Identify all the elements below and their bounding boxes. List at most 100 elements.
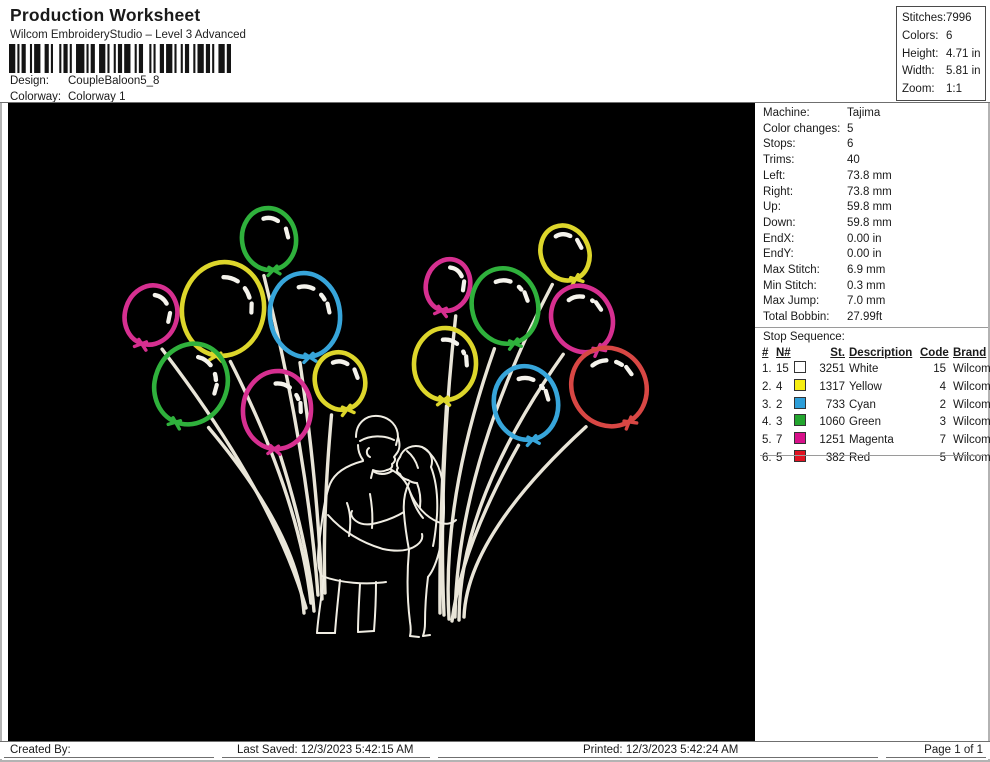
- balloon-outline: [267, 270, 343, 360]
- thread-brand: Wilcom: [953, 398, 990, 411]
- machine-info-value: 59.8 mm: [847, 216, 892, 229]
- couple-outline-stitch: [406, 549, 412, 637]
- thread-code: 5: [939, 451, 946, 464]
- balloon-string: [160, 347, 308, 610]
- couple-outline-stitch: [350, 510, 405, 526]
- machine-info-label: EndY:: [763, 248, 794, 261]
- machine-info-list: Machine: Tajima Color changes: 5 Stops: 6 Trim…: [763, 106, 985, 326]
- panel-divider: [755, 327, 988, 328]
- balloon-highlight-dash: [464, 354, 469, 368]
- couple-outline-stitch: [422, 634, 431, 637]
- thread-description: Cyan: [849, 398, 876, 411]
- stat-label: Colors:: [902, 29, 939, 42]
- stop-sequence-row: 2. 4 1317 Yellow 4 Wilcom: [762, 378, 990, 397]
- machine-info-row: Total Bobbin: 27.99ft: [763, 310, 985, 326]
- machine-info-row: Machine: Tajima: [763, 106, 985, 122]
- column-header: Description: [849, 347, 913, 359]
- stat-value: 1:1: [946, 83, 962, 96]
- column-header: St.: [830, 347, 845, 359]
- machine-info-value: 59.8 mm: [847, 201, 892, 214]
- stat-value: 5.81 in: [946, 65, 981, 78]
- couple-line-art: [316, 414, 457, 638]
- thread-brand: Wilcom: [953, 380, 990, 393]
- couple-outline-stitch: [395, 456, 409, 481]
- row-number: 2.: [762, 380, 772, 393]
- machine-info-row: Max Jump: 7.0 mm: [763, 294, 985, 310]
- column-header: Brand: [953, 347, 987, 359]
- machine-info-value: 0.3 mm: [847, 279, 886, 292]
- balloon-graphic: [240, 368, 314, 457]
- app-subtitle: Wilcom EmbroideryStudio – Level 3 Advanc…: [10, 29, 246, 41]
- thread-code: 4: [939, 380, 946, 393]
- thread-color-swatch: [794, 414, 806, 427]
- balloon-outline: [538, 223, 592, 283]
- production-worksheet-page: Production Worksheet Wilcom EmbroiderySt…: [0, 0, 990, 762]
- couple-outline-stitch: [389, 468, 424, 519]
- machine-info-label: Down:: [763, 216, 796, 229]
- balloon-highlight: [553, 232, 578, 242]
- stat-value: 4.71 in: [946, 47, 981, 60]
- needle-number: 2: [776, 398, 783, 411]
- machine-info-label: Machine:: [763, 107, 810, 119]
- balloon-graphic: [538, 223, 592, 288]
- machine-info-row: Up: 59.8 mm: [763, 200, 985, 216]
- column-header: #: [762, 347, 769, 359]
- stat-label: Stitches:: [902, 12, 947, 24]
- balloon-graphic: [312, 349, 368, 418]
- needle-number: 5: [776, 451, 783, 464]
- design-value: CoupleBaloon5_8: [68, 75, 160, 87]
- balloon-highlight-dash: [575, 237, 584, 250]
- couple-outline-stitch: [422, 576, 429, 637]
- machine-info-panel: Machine: Tajima Color changes: 5 Stops: 6 Trim…: [755, 103, 990, 741]
- balloon-outline: [469, 265, 541, 347]
- footer: Created By: Last Saved: 12/3/2023 5:42:1…: [0, 741, 990, 759]
- couple-outline-stitch: [402, 482, 410, 551]
- machine-info-value: 0.00 in: [847, 232, 882, 245]
- machine-info-value: Tajima: [847, 107, 881, 119]
- stitch-count: 733: [825, 398, 845, 411]
- machine-info-value: 6: [847, 138, 854, 151]
- balloon-highlight-dash: [283, 226, 291, 240]
- machine-info-value: 6.9 mm: [847, 264, 886, 277]
- table-bottom-divider: [760, 455, 984, 456]
- last-saved-cell: Last Saved: 12/3/2023 5:42:15 AM: [222, 743, 430, 758]
- balloon-outline: [239, 205, 299, 273]
- stat-row: Stitches:7996: [902, 10, 985, 28]
- thread-description: Green: [849, 416, 881, 429]
- stat-value: 6: [946, 29, 953, 42]
- machine-info-label: Trims:: [763, 154, 795, 167]
- stitch-count: 382: [825, 451, 845, 464]
- thread-description: Red: [849, 451, 871, 464]
- swatch-cell: [793, 396, 810, 415]
- couple-outline-stitch: [357, 583, 361, 633]
- balloon-highlight: [261, 215, 286, 230]
- stat-label: Width:: [902, 65, 935, 78]
- balloon-highlight-dash: [298, 400, 303, 415]
- balloon-graphic: [122, 283, 180, 352]
- balloon-highlight-dash: [352, 367, 360, 381]
- machine-info-value: 0.00 in: [847, 248, 882, 261]
- thread-brand: Wilcom: [953, 451, 990, 464]
- needle-number: 3: [776, 416, 783, 429]
- thread-code: 2: [939, 398, 946, 411]
- design-stats-box: Stitches:7996 Colors: 6 Height: 4.71 in Width…: [896, 6, 986, 101]
- balloon-highlight: [566, 294, 595, 304]
- couple-outline-stitch: [334, 579, 341, 634]
- stitch-count: 1251: [819, 434, 845, 447]
- balloon-highlight: [330, 359, 355, 371]
- balloon-graphic: [469, 265, 541, 351]
- balloon-highlight-dash: [593, 300, 604, 312]
- balloon-outline: [423, 256, 473, 314]
- swatch-cell: [793, 449, 810, 468]
- balloon-highlight-dash: [460, 279, 467, 293]
- balloon-highlight: [152, 292, 172, 313]
- swatch-cell: [793, 414, 810, 432]
- balloon-strings: [160, 273, 588, 623]
- machine-info-row: Right: 73.8 mm: [763, 185, 985, 201]
- couple-outline-stitch: [406, 450, 419, 469]
- stop-sequence-title: Stop Sequence:: [763, 331, 845, 343]
- page-number-cell: Page 1 of 1: [886, 743, 986, 758]
- thread-color-swatch: [794, 432, 806, 445]
- machine-info-value: 7.0 mm: [847, 295, 886, 308]
- swatch-cell: [793, 432, 810, 450]
